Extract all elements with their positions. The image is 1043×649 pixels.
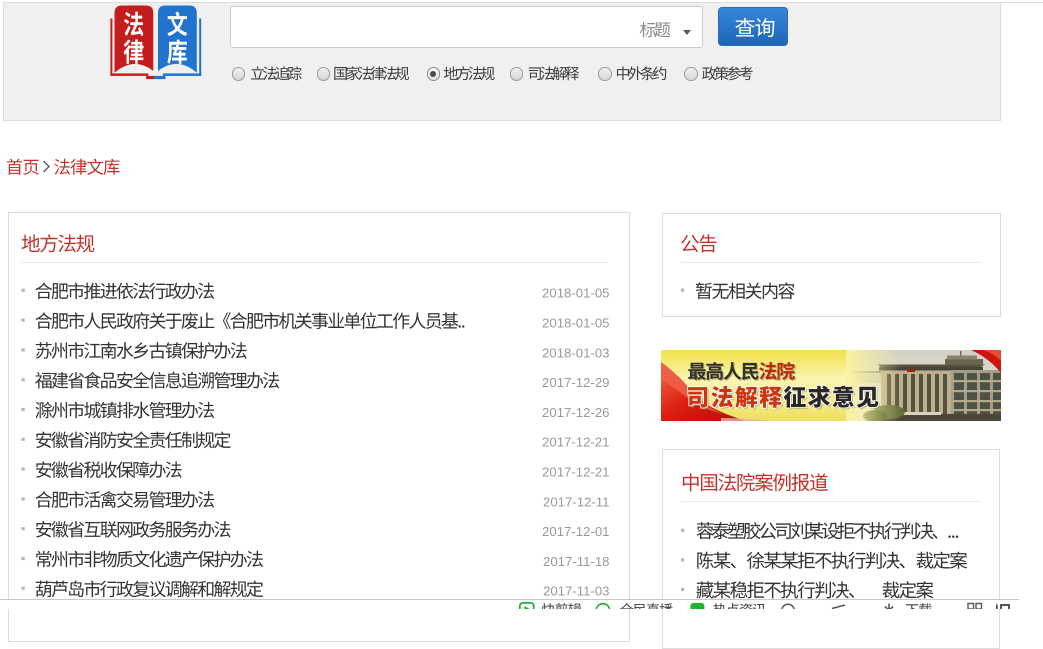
svg-text:2017-11-03: 2017-11-03 — [543, 584, 609, 599]
svg-text:2017-11-18: 2017-11-18 — [543, 554, 609, 569]
svg-text:2018-01-03: 2018-01-03 — [542, 345, 609, 360]
svg-text:2017-12-21: 2017-12-21 — [542, 465, 609, 480]
svg-text:2018-01-05: 2018-01-05 — [542, 316, 609, 331]
svg-text:2018-01-05: 2018-01-05 — [542, 286, 609, 301]
svg-text:2017-12-26: 2017-12-26 — [542, 405, 609, 420]
svg-text:2017-12-21: 2017-12-21 — [542, 435, 609, 450]
svg-text:2017-12-11: 2017-12-11 — [543, 494, 609, 509]
svg-text:2017-12-01: 2017-12-01 — [542, 524, 609, 539]
svg-text:2017-12-29: 2017-12-29 — [542, 375, 609, 390]
